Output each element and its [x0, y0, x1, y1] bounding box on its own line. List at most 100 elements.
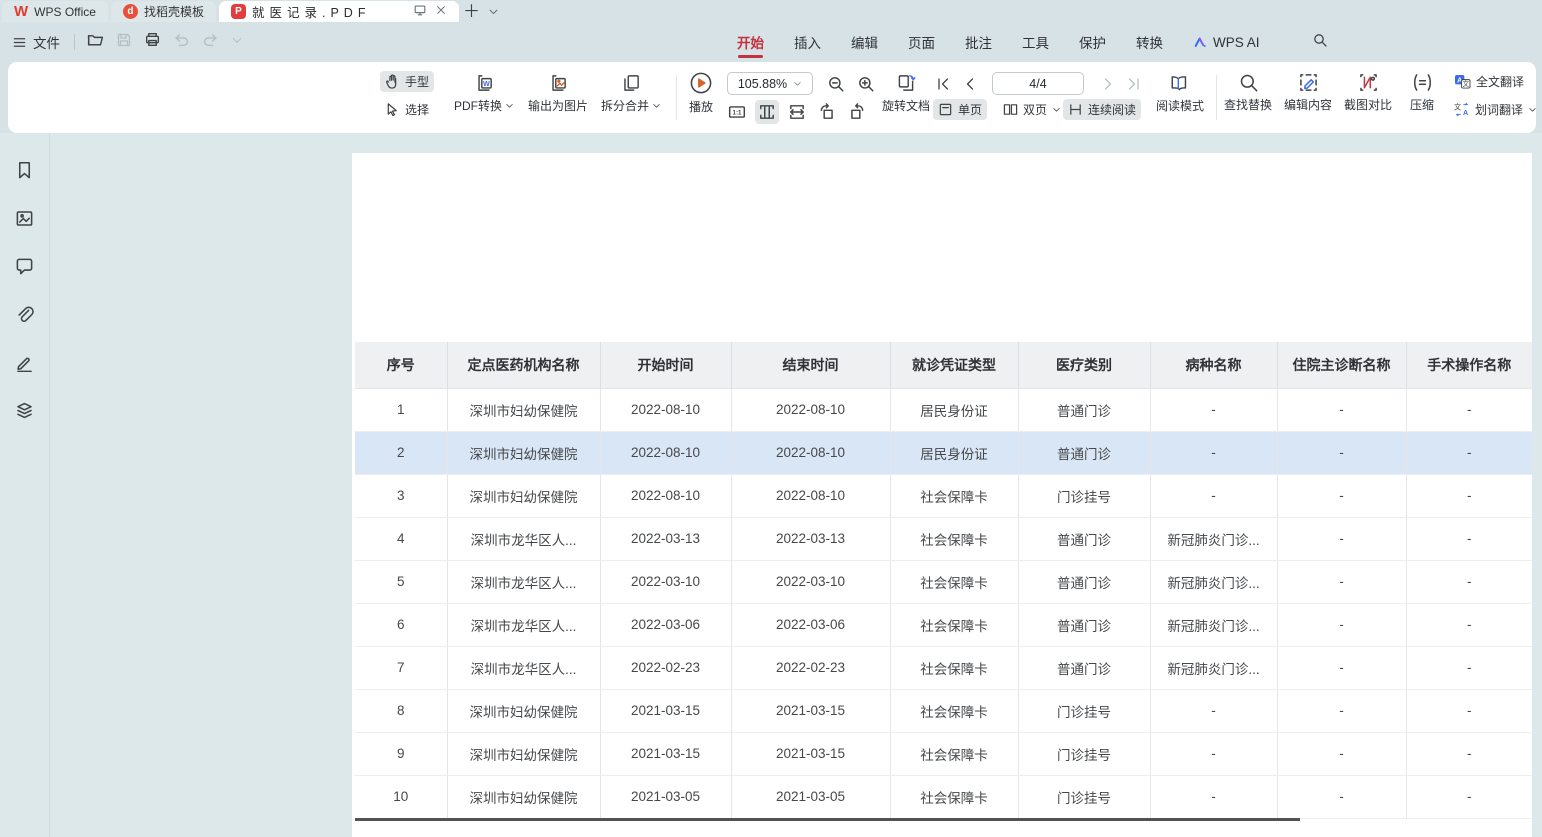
- export-image-icon: [547, 72, 569, 94]
- screenshot-compare-button[interactable]: 截图对比: [1340, 72, 1396, 113]
- table-cell: 门诊挂号: [1018, 474, 1150, 517]
- split-merge-button[interactable]: 拆分合并: [593, 72, 669, 114]
- print-icon[interactable]: [144, 31, 161, 53]
- tab-document[interactable]: P 就医记录.PDF: [219, 1, 459, 22]
- save-icon[interactable]: [116, 32, 132, 53]
- layers-icon: [15, 401, 34, 420]
- rotate-right-button[interactable]: [845, 100, 869, 124]
- table-cell: 2021-03-15: [600, 732, 731, 775]
- table-cell: 2022-02-23: [731, 646, 890, 689]
- zoom-out-icon: [827, 75, 845, 93]
- new-tab-button[interactable]: ＋: [459, 0, 484, 22]
- tab-home[interactable]: 开始: [737, 22, 764, 62]
- layers-panel-button[interactable]: [12, 397, 38, 423]
- zoom-level-select[interactable]: 105.88%: [727, 72, 813, 95]
- tab-wps-ai[interactable]: WPS AI: [1193, 35, 1260, 50]
- tab-tools[interactable]: 工具: [1022, 22, 1049, 62]
- close-tab-icon[interactable]: [435, 4, 447, 19]
- table-cell: 2022-08-10: [731, 431, 890, 474]
- compress-button[interactable]: 压缩: [1402, 72, 1442, 113]
- file-menu-button[interactable]: 文件: [12, 32, 60, 52]
- last-page-button[interactable]: [1122, 72, 1146, 96]
- menu-search-icon[interactable]: [1312, 32, 1328, 53]
- split-merge-label: 拆分合并: [601, 97, 649, 114]
- word-translate-button[interactable]: 文 A 划词翻译: [1449, 99, 1542, 120]
- svg-text:W: W: [483, 80, 490, 88]
- single-page-button[interactable]: 单页: [933, 99, 987, 120]
- cursor-icon: [385, 102, 400, 117]
- page-number-input[interactable]: 4/4: [992, 72, 1084, 95]
- edit-content-button[interactable]: 编辑内容: [1280, 72, 1336, 113]
- pdf-convert-button[interactable]: W PDF转换: [445, 72, 523, 114]
- file-menu-label: 文件: [33, 32, 60, 52]
- tab-label: WPS Office: [34, 5, 96, 19]
- table-cell: 2022-02-23: [600, 646, 731, 689]
- more-actions-chevron-icon[interactable]: [231, 33, 243, 51]
- image-icon: [15, 209, 34, 228]
- play-button[interactable]: 播放: [678, 71, 724, 115]
- rotate-document-icon: [895, 72, 917, 94]
- pen-icon: [15, 353, 34, 372]
- find-replace-button[interactable]: 查找替换: [1220, 72, 1276, 113]
- tab-insert[interactable]: 插入: [794, 22, 821, 62]
- tab-comment[interactable]: 批注: [965, 22, 992, 62]
- attachment-panel-button[interactable]: [12, 301, 38, 327]
- page-indicator-value: 4/4: [1029, 77, 1046, 91]
- select-tool-button[interactable]: 选择: [380, 99, 434, 120]
- table-cell: 居民身份证: [890, 388, 1018, 431]
- table-cell: 2022-03-13: [600, 517, 731, 560]
- tab-list-chevron-icon[interactable]: [484, 4, 503, 22]
- tab-wps-office[interactable]: W WPS Office: [2, 1, 108, 22]
- first-page-button[interactable]: [931, 72, 955, 96]
- comment-panel-button[interactable]: [12, 253, 38, 279]
- tab-page[interactable]: 页面: [908, 22, 935, 62]
- wps-ai-label: WPS AI: [1213, 35, 1260, 50]
- table-cell: -: [1150, 732, 1277, 775]
- tab-docer-templates[interactable]: d 找稻壳模板: [111, 1, 216, 22]
- thumbnail-panel-button[interactable]: [12, 205, 38, 231]
- table-bottom-rule: [355, 818, 1300, 821]
- continuous-read-button[interactable]: 连续阅读: [1063, 99, 1141, 120]
- table-cell: 新冠肺炎门诊...: [1150, 517, 1277, 560]
- table-cell: 6: [355, 603, 447, 646]
- table-cell: 2022-03-06: [600, 603, 731, 646]
- bookmark-panel-button[interactable]: [12, 157, 38, 183]
- rotate-document-button[interactable]: 旋转文档: [876, 72, 936, 114]
- table-cell: -: [1277, 431, 1406, 474]
- hand-tool-button[interactable]: 手型: [380, 71, 434, 92]
- actual-size-button[interactable]: 1:1: [725, 100, 749, 124]
- open-file-icon[interactable]: [87, 31, 104, 53]
- table-cell: 2021-03-15: [731, 689, 890, 732]
- zoom-in-button[interactable]: [854, 72, 878, 96]
- next-page-button[interactable]: [1096, 72, 1120, 96]
- multi-screen-icon[interactable]: [413, 3, 427, 20]
- double-page-button[interactable]: 双页: [998, 99, 1066, 120]
- pdf-file-icon: P: [231, 4, 246, 19]
- table-cell: -: [1277, 689, 1406, 732]
- rotate-document-label: 旋转文档: [882, 97, 930, 114]
- zoom-out-button[interactable]: [824, 72, 848, 96]
- read-mode-button[interactable]: 阅读模式: [1152, 72, 1208, 114]
- redo-icon[interactable]: [202, 31, 219, 53]
- table-header-cell: 序号: [355, 342, 447, 388]
- continuous-read-icon: [1068, 102, 1083, 117]
- tab-protect[interactable]: 保护: [1079, 22, 1106, 62]
- table-header-cell: 医疗类别: [1018, 342, 1150, 388]
- rotate-left-button[interactable]: [815, 100, 839, 124]
- first-page-icon: [935, 76, 951, 92]
- signature-panel-button[interactable]: [12, 349, 38, 375]
- table-header-row: 序号定点医药机构名称开始时间结束时间就诊凭证类型医疗类别病种名称住院主诊断名称手…: [355, 342, 1532, 388]
- fit-page-button[interactable]: [755, 100, 779, 124]
- tab-convert[interactable]: 转换: [1136, 22, 1163, 62]
- table-cell: -: [1277, 603, 1406, 646]
- tab-edit[interactable]: 编辑: [851, 22, 878, 62]
- prev-page-button[interactable]: [958, 72, 982, 96]
- table-cell: -: [1406, 689, 1532, 732]
- rotate-left-icon: [818, 103, 836, 121]
- full-translate-button[interactable]: A 文 全文翻译: [1449, 71, 1529, 92]
- fit-width-button[interactable]: [785, 100, 809, 124]
- export-image-button[interactable]: 输出为图片: [521, 72, 595, 114]
- undo-icon[interactable]: [173, 31, 190, 53]
- table-row: 8深圳市妇幼保健院2021-03-152021-03-15社会保障卡门诊挂号--…: [355, 689, 1532, 732]
- table-cell: 2022-08-10: [600, 431, 731, 474]
